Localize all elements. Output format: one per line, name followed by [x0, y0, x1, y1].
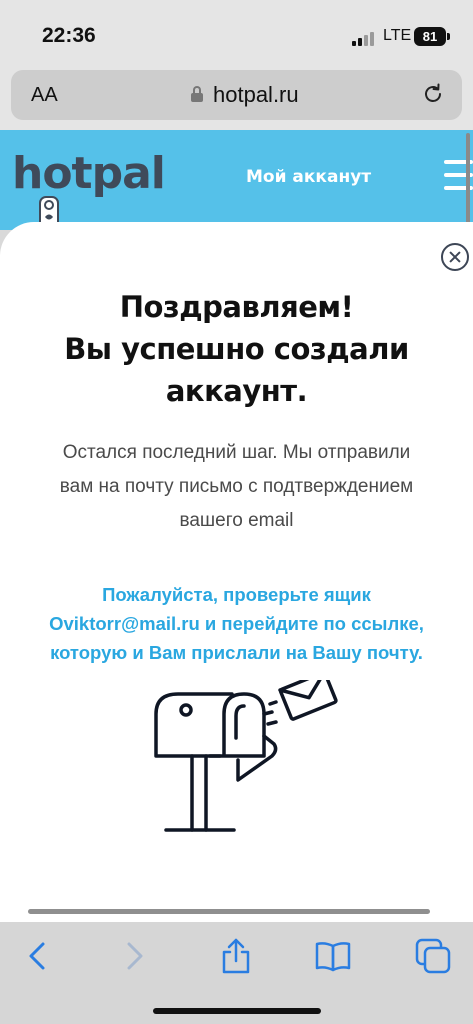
lock-icon [191, 86, 203, 102]
signal-icon [352, 30, 376, 46]
modal-description: Остался последний шаг. Мы отправили вам … [12, 436, 461, 538]
forward-icon[interactable] [114, 936, 154, 976]
reload-icon[interactable] [421, 82, 445, 106]
bookmarks-icon[interactable] [313, 936, 353, 976]
description-line: Остался последний шаг. Мы отправили [62, 442, 411, 463]
close-icon[interactable] [441, 243, 469, 271]
url-text[interactable]: hotpal.ru [213, 82, 299, 108]
site-logo[interactable]: hotpal [12, 148, 166, 199]
notice-line: которую и Вам прислали на Вашу почту. [50, 642, 423, 663]
title-line: аккаунт. [165, 374, 308, 408]
content-scrollbar [28, 909, 430, 914]
description-line: вам на почту письмо с подтверждением [59, 476, 414, 497]
status-time: 22:36 [42, 24, 96, 47]
tabs-icon[interactable] [413, 936, 453, 976]
status-bar: 22:36 LTE 81 [0, 0, 473, 68]
my-account-link[interactable]: Мой акканут [246, 167, 371, 187]
home-indicator[interactable] [153, 1008, 321, 1014]
modal-title: Поздравляем! Вы успешно создали аккаунт. [20, 286, 453, 412]
share-icon[interactable] [216, 936, 256, 976]
network-type: LTE [383, 27, 412, 44]
email-check-notice: Пожалуйста, проверьте ящик Oviktorr@mail… [10, 580, 463, 667]
battery-icon: 81 [414, 27, 450, 46]
text-size-button[interactable]: AA [31, 84, 58, 107]
notice-line: Пожалуйста, проверьте ящик [102, 584, 371, 605]
mailbox-icon [154, 680, 338, 832]
description-line: вашего email [179, 510, 294, 531]
back-icon[interactable] [18, 936, 58, 976]
address-bar[interactable]: AA hotpal.ru [11, 70, 462, 120]
title-line: Вы успешно создали [64, 332, 409, 366]
browser-address-area: AA hotpal.ru [0, 68, 473, 130]
notice-line: Oviktorr@mail.ru и перейдите по ссылке, [49, 613, 424, 634]
title-line: Поздравляем! [119, 290, 354, 324]
